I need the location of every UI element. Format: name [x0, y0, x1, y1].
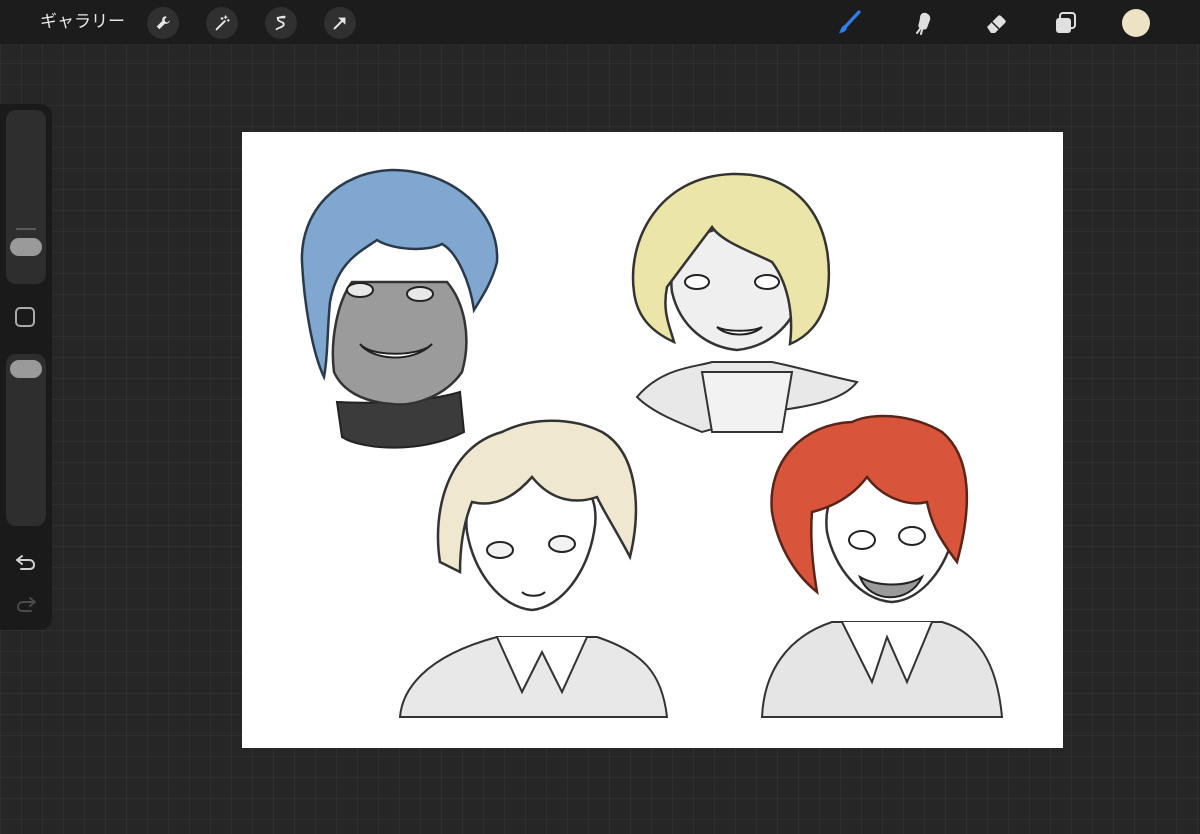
- layers-icon: [1056, 12, 1076, 33]
- character-blue-hair: [300, 168, 499, 449]
- brush-button[interactable]: [832, 6, 866, 40]
- left-sidebar: [0, 104, 52, 630]
- selection-icon: [275, 15, 286, 31]
- redo-button[interactable]: [12, 592, 40, 616]
- color-picker-button[interactable]: [1122, 9, 1150, 37]
- adjustments-button[interactable]: [206, 7, 238, 39]
- modify-button[interactable]: [15, 307, 35, 327]
- smudge-button[interactable]: [906, 6, 940, 40]
- brush-size-thumb[interactable]: [10, 238, 42, 256]
- character-red-hair: [760, 414, 1004, 718]
- opacity-thumb[interactable]: [10, 360, 42, 378]
- undo-button[interactable]: [12, 550, 40, 574]
- character-pale-hair: [398, 419, 669, 718]
- brush-icon: [839, 10, 861, 33]
- actions-button[interactable]: [147, 7, 179, 39]
- opacity-slider[interactable]: [6, 354, 46, 526]
- wrench-icon: [156, 16, 170, 30]
- gallery-button[interactable]: ギャラリー: [40, 10, 125, 34]
- character-blonde: [631, 172, 859, 434]
- eraser-button[interactable]: [979, 6, 1013, 40]
- redo-icon: [16, 597, 36, 612]
- top-toolbar: ギャラリー: [0, 0, 1200, 44]
- layers-button[interactable]: [1049, 6, 1083, 40]
- transform-arrow-icon: [333, 17, 346, 30]
- eraser-icon: [987, 15, 1006, 33]
- slider-marker: [16, 228, 36, 230]
- smudge-icon: [916, 12, 931, 35]
- undo-icon: [16, 555, 36, 570]
- transform-button[interactable]: [324, 7, 356, 39]
- selection-button[interactable]: [265, 7, 297, 39]
- brush-size-slider[interactable]: [6, 110, 46, 284]
- magic-wand-icon: [215, 15, 230, 31]
- drawing-canvas[interactable]: [242, 132, 1063, 748]
- artwork-sketch: [300, 168, 1004, 718]
